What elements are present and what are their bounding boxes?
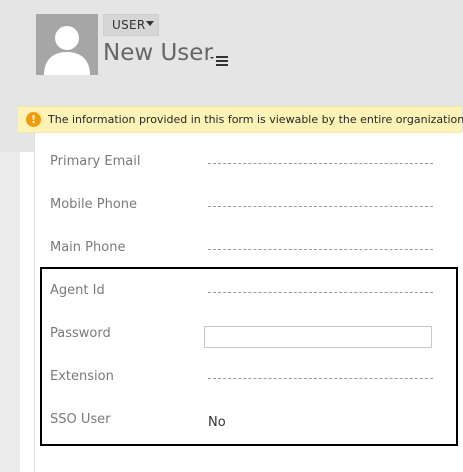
entity-type-label: USER (112, 18, 146, 32)
entity-type-selector[interactable]: USER (103, 14, 159, 36)
notification-bar: ! The information provided in this form … (18, 106, 463, 133)
primary-email-label: Primary Email (50, 154, 141, 169)
record-title: New User (103, 40, 213, 66)
chevron-down-icon (146, 21, 154, 26)
password-label: Password (50, 326, 111, 341)
user-avatar-icon[interactable] (36, 14, 98, 75)
extension-label: Extension (50, 369, 114, 384)
sso-user-value[interactable]: No (208, 415, 226, 430)
mobile-phone-label: Mobile Phone (50, 197, 138, 212)
warning-icon: ! (26, 112, 41, 127)
mobile-phone-field[interactable] (208, 206, 433, 207)
main-phone-field[interactable] (208, 249, 433, 250)
sso-user-label: SSO User (50, 412, 111, 427)
main-phone-label: Main Phone (50, 240, 126, 255)
primary-email-field[interactable] (208, 163, 433, 164)
agent-id-field[interactable] (208, 292, 433, 293)
password-input[interactable] (204, 326, 432, 348)
extension-field[interactable] (208, 378, 433, 379)
notification-text: The information provided in this form is… (48, 113, 463, 126)
agent-id-label: Agent Id (50, 283, 105, 298)
left-navigation-strip (0, 152, 20, 472)
form-selector-menu-icon[interactable] (210, 53, 228, 67)
